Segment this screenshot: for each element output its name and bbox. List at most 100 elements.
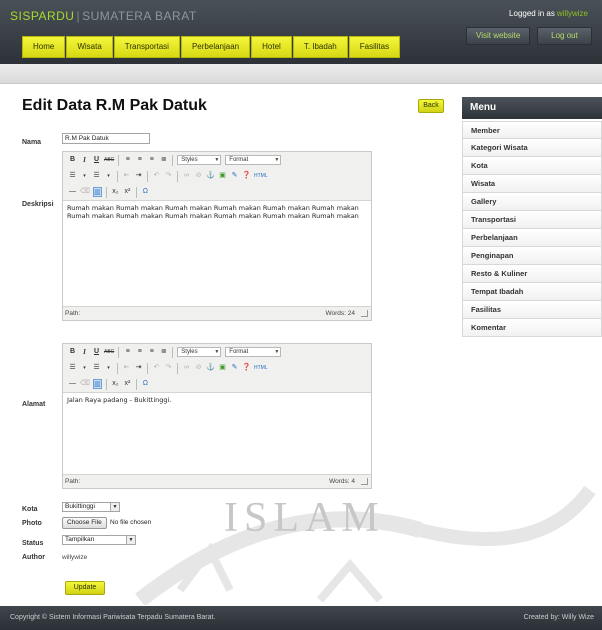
sidebar-item-tempat-ibadah[interactable]: Tempat Ibadah <box>462 283 602 301</box>
resize-handle-icon[interactable] <box>361 310 368 317</box>
anchor-icon[interactable]: ⚓ <box>206 363 215 373</box>
align-justify-icon[interactable]: ≣ <box>159 155 168 165</box>
underline-icon[interactable]: U <box>92 347 101 357</box>
choose-file-button[interactable]: Choose File <box>62 517 107 529</box>
undo-icon[interactable]: ↶ <box>152 171 161 181</box>
numbered-list-dropdown-icon[interactable]: ▾ <box>104 171 113 181</box>
nav-transportasi[interactable]: Transportasi <box>113 36 180 58</box>
update-button[interactable]: Update <box>65 581 105 595</box>
deskripsi-content-area[interactable]: Rumah makan Rumah makan Rumah makan Ruma… <box>63 200 371 306</box>
nav-wisata[interactable]: Wisata <box>66 36 113 58</box>
visual-aid-icon[interactable]: ▥ <box>92 187 102 197</box>
nav-fasilitas[interactable]: Fasilitas <box>348 36 401 58</box>
sidebar-item-resto-kuliner[interactable]: Resto & Kuliner <box>462 265 602 283</box>
nav-perbelanjaan[interactable]: Perbelanjaan <box>180 36 251 58</box>
align-center-icon[interactable]: ≡ <box>135 347 144 357</box>
subscript-icon[interactable]: x₂ <box>111 187 120 197</box>
special-character-icon[interactable]: Ω <box>141 187 150 197</box>
styles-dropdown[interactable]: Styles ▼ <box>177 347 222 357</box>
format-dropdown[interactable]: Format ▼ <box>225 155 282 165</box>
italic-icon[interactable]: I <box>80 347 89 357</box>
align-left-icon[interactable]: ≡ <box>123 347 132 357</box>
page-root: SISPARDU | SUMATERA BARAT Logged in as will… <box>0 0 602 630</box>
sidebar-item-perbelanjaan[interactable]: Perbelanjaan <box>462 229 602 247</box>
bold-icon[interactable]: B <box>68 155 77 165</box>
brand-region: SUMATERA BARAT <box>82 9 197 23</box>
html-source-icon[interactable]: HTML <box>254 363 268 373</box>
strikethrough-icon[interactable]: ABC <box>104 155 114 165</box>
undo-icon[interactable]: ↶ <box>152 363 161 373</box>
help-icon[interactable]: ❓ <box>242 171 251 181</box>
sidebar-item-member[interactable]: Member <box>462 121 602 139</box>
subscript-icon[interactable]: x₂ <box>111 379 120 389</box>
sidebar-item-komentar[interactable]: Komentar <box>462 319 602 337</box>
bullet-list-dropdown-icon[interactable]: ▾ <box>80 171 89 181</box>
nav-home[interactable]: Home <box>22 36 66 58</box>
bold-icon[interactable]: B <box>68 347 77 357</box>
logout-button[interactable]: Log out <box>537 27 592 45</box>
horizontal-rule-icon[interactable]: — <box>68 379 77 389</box>
help-icon[interactable]: ❓ <box>242 363 251 373</box>
sidebar-item-kota[interactable]: Kota <box>462 157 602 175</box>
visual-aid-icon[interactable]: ▥ <box>92 379 102 389</box>
alamat-content-area[interactable]: Jalan Raya padang - Bukittinggi. <box>63 392 371 474</box>
unlink-icon[interactable]: ⊘ <box>194 363 203 373</box>
align-left-icon[interactable]: ≡ <box>123 155 132 165</box>
numbered-list-dropdown-icon[interactable]: ▾ <box>104 363 113 373</box>
main-nav: Home Wisata Transportasi Perbelanjaan Ho… <box>22 36 401 58</box>
outdent-icon[interactable]: ⇤ <box>122 363 131 373</box>
superscript-icon[interactable]: x² <box>123 187 132 197</box>
superscript-icon[interactable]: x² <box>123 379 132 389</box>
sidebar-item-kategori-wisata[interactable]: Kategori Wisata <box>462 139 602 157</box>
indent-icon[interactable]: ⇥ <box>134 171 143 181</box>
horizontal-rule-icon[interactable]: — <box>68 187 77 197</box>
html-source-icon[interactable]: HTML <box>254 171 268 181</box>
sidebar-item-transportasi[interactable]: Transportasi <box>462 211 602 229</box>
status-select[interactable]: Tampilkan ▼ <box>62 535 136 545</box>
back-button[interactable]: Back <box>418 99 444 113</box>
anchor-icon[interactable]: ⚓ <box>206 171 215 181</box>
kota-select[interactable]: Bukittinggi ▼ <box>62 502 120 512</box>
cleanup-icon[interactable]: ✎ <box>230 171 239 181</box>
indent-icon[interactable]: ⇥ <box>134 363 143 373</box>
outdent-icon[interactable]: ⇤ <box>122 171 131 181</box>
numbered-list-icon[interactable]: ☰ <box>92 363 101 373</box>
image-icon[interactable]: ▣ <box>218 363 227 373</box>
align-right-icon[interactable]: ≡ <box>147 347 156 357</box>
chevron-down-icon: ▼ <box>126 536 135 544</box>
format-dropdown[interactable]: Format ▼ <box>225 347 282 357</box>
bullet-list-icon[interactable]: ☰ <box>68 171 77 181</box>
nav-tempat-ibadah[interactable]: T. Ibadah <box>292 36 348 58</box>
italic-icon[interactable]: I <box>80 155 89 165</box>
redo-icon[interactable]: ↷ <box>164 363 173 373</box>
sub-header-bar <box>0 64 602 84</box>
cleanup-icon[interactable]: ✎ <box>230 363 239 373</box>
resize-handle-icon[interactable] <box>361 478 368 485</box>
unlink-icon[interactable]: ⊘ <box>194 171 203 181</box>
image-icon[interactable]: ▣ <box>218 171 227 181</box>
align-center-icon[interactable]: ≡ <box>135 155 144 165</box>
nav-hotel[interactable]: Hotel <box>251 36 292 58</box>
nama-input[interactable]: R.M Pak Datuk <box>62 133 150 144</box>
sidebar-item-fasilitas[interactable]: Fasilitas <box>462 301 602 319</box>
align-right-icon[interactable]: ≡ <box>147 155 156 165</box>
underline-icon[interactable]: U <box>92 155 101 165</box>
sidebar-item-gallery[interactable]: Gallery <box>462 193 602 211</box>
numbered-list-icon[interactable]: ☰ <box>92 171 101 181</box>
special-character-icon[interactable]: Ω <box>141 379 150 389</box>
redo-icon[interactable]: ↷ <box>164 171 173 181</box>
remove-format-icon[interactable]: ⌫ <box>80 379 90 389</box>
sidebar-item-penginapan[interactable]: Penginapan <box>462 247 602 265</box>
bullet-list-dropdown-icon[interactable]: ▾ <box>80 363 89 373</box>
link-icon[interactable]: ∞ <box>182 363 191 373</box>
remove-format-icon[interactable]: ⌫ <box>80 187 90 197</box>
styles-dropdown[interactable]: Styles ▼ <box>177 155 222 165</box>
strikethrough-icon[interactable]: ABC <box>104 347 114 357</box>
watermark-text: ISLAM <box>224 495 385 541</box>
bullet-list-icon[interactable]: ☰ <box>68 363 77 373</box>
visit-website-button[interactable]: Visit website <box>466 27 531 45</box>
align-justify-icon[interactable]: ≣ <box>159 347 168 357</box>
logged-in-user[interactable]: willywize <box>557 9 588 18</box>
sidebar-item-wisata[interactable]: Wisata <box>462 175 602 193</box>
link-icon[interactable]: ∞ <box>182 171 191 181</box>
